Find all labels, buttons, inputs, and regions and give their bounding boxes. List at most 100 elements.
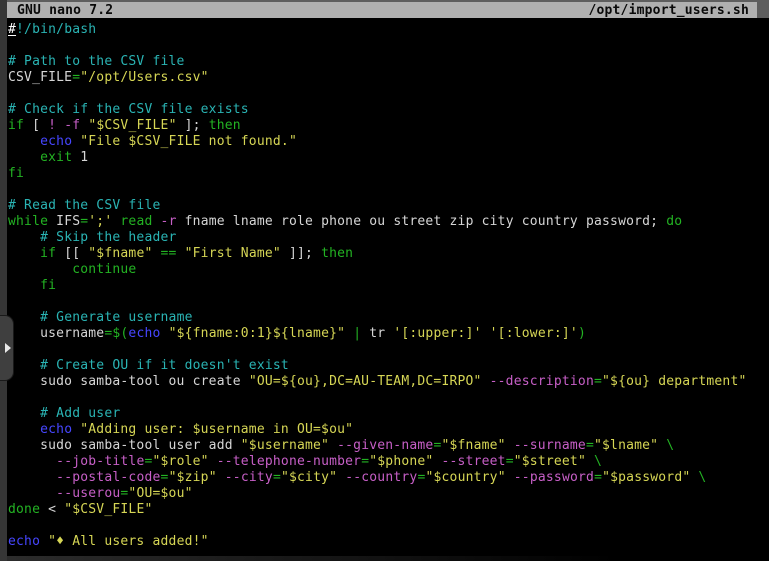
code-token [506,470,514,485]
code-token: = [144,454,152,469]
code-token: # Check if the CSV file exists [8,102,249,117]
code-token: "$fname" [441,438,505,453]
code-token [8,134,40,149]
code-token: --description [490,374,594,389]
code-token [8,422,40,437]
code-token: fi [8,166,24,181]
code-token: echo [40,134,72,149]
code-token: "$city" [281,470,337,485]
code-token: --street [441,454,505,469]
code-token [8,246,40,261]
code-token: # Add user [40,406,120,421]
code-token: "$fname" [88,246,152,261]
code-token: "$street" [514,454,586,469]
code-token: # Generate username [40,310,193,325]
code-token [8,470,56,485]
code-line: if [ ! -f "$CSV_FILE" ]; then [8,118,766,134]
code-token: # Read the CSV file [8,198,161,213]
code-line: done < "$CSV_FILE" [8,502,766,518]
code-token: "$zip" [169,470,217,485]
code-line: # Path to the CSV file [8,54,766,70]
code-token: echo [40,422,72,437]
code-line: continue [8,262,766,278]
code-token: # Path to the CSV file [8,54,185,69]
code-token: do [666,214,682,229]
code-token [8,454,56,469]
file-path-title: /opt/import_users.sh [588,3,749,18]
code-token [56,118,64,133]
window-bottom-border [7,556,769,561]
code-token: "♦ All users added!" [48,534,209,549]
code-token: --userou [56,486,120,501]
code-token: if [40,246,56,261]
code-token [8,406,40,421]
code-token [217,470,225,485]
code-token: fname lname role phone ou street zip cit… [177,214,667,229]
code-token: sudo samba-tool ou create [8,374,249,389]
code-token: username [8,326,104,341]
code-line [8,38,766,54]
code-token: "OU=${ou},DC=AU-TEAM,DC=IRPO" [249,374,482,389]
code-token: ';' [88,214,112,229]
code-line: CSV_FILE="/opt/Users.csv" [8,70,766,86]
code-token: | [353,326,361,341]
code-token: if [8,118,24,133]
code-line: username=$(echo "${fname:0:1}${lname}" |… [8,326,766,342]
code-token: # Skip the header [40,230,176,245]
code-line: --postal-code="$zip" --city="$city" --co… [8,470,766,486]
code-token: then [209,118,241,133]
code-line: echo "Adding user: $username in OU=$ou" [8,422,766,438]
code-token: continue [72,262,136,277]
code-token: CSV_FILE [8,70,72,85]
code-token: \ [666,438,674,453]
code-token: < [40,502,64,517]
code-token [209,454,217,469]
code-line: exit 1 [8,150,766,166]
code-token [8,262,72,277]
code-token: "$password" [602,470,690,485]
code-token [586,454,594,469]
code-line: # Read the CSV file [8,198,766,214]
code-token: "First Name" [185,246,281,261]
code-token: -f [64,118,80,133]
code-line: # Skip the header [8,230,766,246]
code-token [329,438,337,453]
terminal-window: GNU nano 7.2 /opt/import_users.sh #!/bin… [0,0,769,561]
code-token: =$( [104,326,128,341]
code-token: --job-title [56,454,144,469]
code-token: '[:upper:]' [393,326,481,341]
code-line [8,182,766,198]
code-token [506,438,514,453]
code-token: sudo samba-tool user add [8,438,241,453]
code-token: "$country" [425,470,505,485]
code-token: "${ou} department" [602,374,746,389]
code-line: echo "File $CSV_FILE not found." [8,134,766,150]
titlebar-right-cap [757,2,769,18]
code-token [8,150,40,165]
code-token: !/bin/bash [16,22,96,37]
code-token: echo [8,534,40,549]
code-token: \ [594,454,602,469]
code-token [337,470,345,485]
code-line: #!/bin/bash [8,22,766,38]
code-token [153,246,161,261]
code-token: --telephone-number [217,454,361,469]
code-line: fi [8,278,766,294]
editor-screen[interactable]: #!/bin/bash # Path to the CSV fileCSV_FIL… [8,22,766,556]
code-line: sudo samba-tool ou create "OU=${ou},DC=A… [8,374,766,390]
nano-version-title: GNU nano 7.2 [17,3,113,18]
code-line: sudo samba-tool user add "$username" --g… [8,438,766,454]
code-token [8,278,40,293]
code-token: read [120,214,152,229]
code-token: = [161,470,169,485]
code-token: ]]; [281,246,321,261]
code-token: # Create OU if it doesn't exist [40,358,289,373]
code-token: = [594,470,602,485]
code-token: '[:lower:]' [490,326,578,341]
code-line: --job-title="$role" --telephone-number="… [8,454,766,470]
code-token: "Adding user: $username in OU=$ou" [80,422,353,437]
code-token: ! [48,118,56,133]
code-token: \ [698,470,706,485]
code-token: "${fname:0:1}${lname}" [169,326,346,341]
side-drawer-handle[interactable] [0,315,14,381]
